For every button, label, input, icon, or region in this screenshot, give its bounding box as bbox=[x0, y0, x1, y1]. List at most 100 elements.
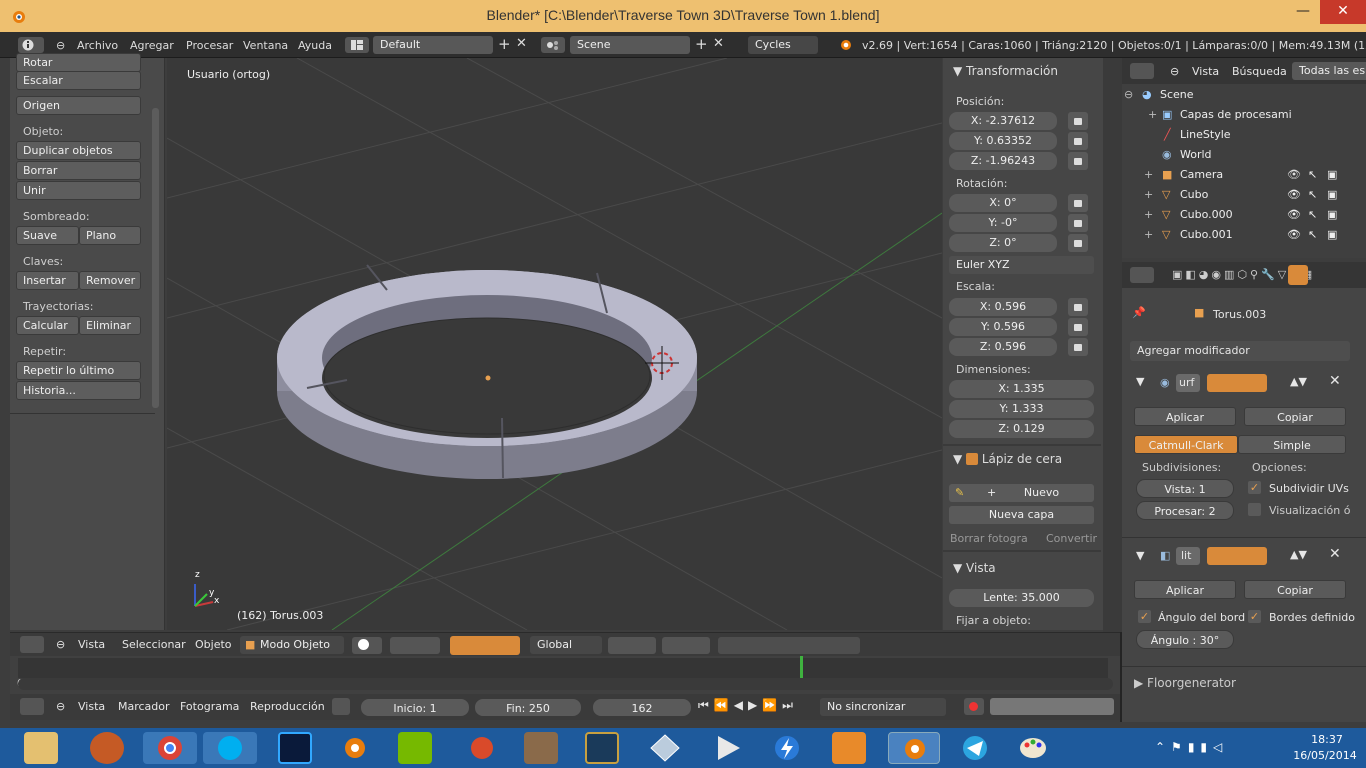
fin-field[interactable]: Fin: 250 bbox=[474, 698, 582, 717]
scene-field[interactable]: Scene bbox=[570, 36, 690, 54]
eye-icon[interactable]: 👁 bbox=[1287, 165, 1301, 185]
transform-header[interactable]: ▼ Transformación bbox=[953, 64, 1058, 78]
outliner-vista-menu[interactable]: Vista bbox=[1192, 65, 1219, 78]
scale-z-field[interactable]: Z: 0.596 bbox=[949, 338, 1057, 356]
outliner-filter-select[interactable]: Todas las es bbox=[1292, 62, 1366, 80]
collapse-arrow-icon[interactable]: ▼ bbox=[1136, 375, 1144, 388]
bordes-def-checkbox[interactable]: ✓ bbox=[1248, 610, 1261, 623]
expand-icon[interactable]: + bbox=[1148, 105, 1157, 125]
lock-icon[interactable] bbox=[1068, 132, 1088, 150]
aplicar-button[interactable]: Aplicar bbox=[1134, 580, 1236, 599]
subdividir-uvs-checkbox[interactable]: ✓ bbox=[1248, 481, 1261, 494]
add-scene-icon[interactable]: + bbox=[695, 35, 708, 53]
remove-layout-icon[interactable]: ✕ bbox=[516, 36, 527, 51]
nvidia-icon[interactable] bbox=[398, 732, 432, 764]
duplicar-button[interactable]: Duplicar objetos bbox=[16, 141, 141, 160]
origen-button[interactable]: Origen bbox=[16, 96, 141, 115]
timeline[interactable]: 0102030405060708090100110120130140150160… bbox=[10, 656, 1120, 694]
outliner-row-world[interactable]: ◉ World bbox=[1122, 145, 1366, 165]
file-explorer-icon[interactable] bbox=[24, 732, 58, 764]
pos-y-field[interactable]: Y: 0.63352 bbox=[949, 132, 1057, 150]
lightning-icon[interactable] bbox=[770, 732, 804, 764]
move-up-icon[interactable]: ▲▼ bbox=[1290, 548, 1307, 561]
checkbox-icon[interactable] bbox=[966, 453, 979, 465]
dim-z-field[interactable]: Z: 0.129 bbox=[949, 420, 1094, 438]
collapse-arrow-icon[interactable]: ▼ bbox=[1136, 549, 1144, 562]
layers-grid-a[interactable] bbox=[608, 637, 656, 654]
remove-modifier-icon[interactable]: ✕ bbox=[1329, 373, 1341, 389]
lock-icon[interactable] bbox=[1068, 234, 1088, 252]
copiar-button[interactable]: Copiar bbox=[1244, 580, 1346, 599]
remover-button[interactable]: Remover bbox=[79, 271, 141, 290]
collapse-icon[interactable]: ⊖ bbox=[56, 39, 65, 52]
agregar-modificador-select[interactable]: Agregar modificador bbox=[1130, 341, 1350, 361]
suave-button[interactable]: Suave bbox=[16, 226, 79, 245]
modifiers-tab-icon[interactable] bbox=[1288, 265, 1308, 285]
vp-vista-menu[interactable]: Vista bbox=[78, 638, 105, 651]
outliner-row-cubo001[interactable]: + ▽ Cubo.001 👁 ↖ ▣ bbox=[1122, 225, 1366, 245]
keying-set-field[interactable] bbox=[990, 698, 1114, 715]
lapiz-header[interactable]: ▼ Lápiz de cera bbox=[953, 452, 1062, 466]
cursor-icon[interactable]: ↖ bbox=[1308, 165, 1317, 185]
dim-x-field[interactable]: X: 1.335 bbox=[949, 380, 1094, 398]
expand-icon[interactable]: + bbox=[1144, 185, 1153, 205]
record-icon[interactable] bbox=[964, 698, 984, 715]
minimize-button[interactable]: — bbox=[1286, 0, 1320, 24]
expand-icon[interactable]: ⊖ bbox=[1124, 85, 1133, 105]
expand-icon[interactable]: + bbox=[1144, 225, 1153, 245]
video-icon[interactable] bbox=[832, 732, 866, 764]
copiar-button[interactable]: Copiar bbox=[1244, 407, 1346, 426]
scale-y-field[interactable]: Y: 0.596 bbox=[949, 318, 1057, 336]
app-icon-hand[interactable] bbox=[90, 732, 124, 764]
clock-time[interactable]: 18:37 bbox=[1297, 733, 1357, 746]
mod2-name-field[interactable]: lit bbox=[1176, 547, 1200, 565]
unir-button[interactable]: Unir bbox=[16, 181, 141, 200]
mod1-visibility-toggles[interactable] bbox=[1207, 374, 1267, 392]
mod1-name-field[interactable]: urf bbox=[1176, 374, 1200, 392]
3d-viewport[interactable]: Usuario (ortog) (162) Torus.003 z y x bbox=[167, 58, 942, 630]
property-editor-icon[interactable] bbox=[1130, 267, 1154, 283]
vista-header[interactable]: ▼ Vista bbox=[953, 561, 996, 575]
blender-taskbar-icon[interactable] bbox=[338, 732, 372, 764]
catmull-clark-button[interactable]: Catmull-Clark bbox=[1134, 435, 1238, 454]
expand-icon[interactable]: + bbox=[1144, 165, 1153, 185]
lock-icon[interactable] bbox=[1068, 214, 1088, 232]
euler-select[interactable]: Euler XYZ bbox=[949, 256, 1094, 274]
procesar-levels-field[interactable]: Procesar: 2 bbox=[1136, 501, 1234, 520]
playback-controls[interactable]: ⏮⏪◀▶⏩⏭ bbox=[698, 698, 798, 713]
mod2-visibility-toggles[interactable] bbox=[1207, 547, 1267, 565]
visualizacion-checkbox[interactable] bbox=[1248, 503, 1261, 516]
outliner-row-cubo[interactable]: + ▽ Cubo 👁 ↖ ▣ bbox=[1122, 185, 1366, 205]
vista-levels-field[interactable]: Vista: 1 bbox=[1136, 479, 1234, 498]
repetir-ultimo-button[interactable]: Repetir lo último bbox=[16, 361, 141, 380]
render-icon[interactable]: ▣ bbox=[1327, 165, 1337, 185]
expand-icon[interactable]: + bbox=[1144, 205, 1153, 225]
dim-y-field[interactable]: Y: 1.333 bbox=[949, 400, 1094, 418]
plano-button[interactable]: Plano bbox=[79, 226, 141, 245]
nueva-capa-button[interactable]: Nueva capa bbox=[949, 506, 1094, 524]
blender-active-icon[interactable] bbox=[888, 732, 940, 764]
manipulator-toggles[interactable] bbox=[450, 636, 520, 655]
scene-icon[interactable] bbox=[541, 37, 565, 53]
cursor-icon[interactable]: ↖ bbox=[1308, 205, 1317, 225]
app-icon-diamond[interactable] bbox=[648, 732, 682, 764]
collapse-icon[interactable]: ⊖ bbox=[56, 700, 65, 713]
rotar-button[interactable]: Rotar bbox=[16, 53, 141, 72]
layout-field[interactable]: Default bbox=[373, 36, 493, 54]
current-frame-marker[interactable] bbox=[800, 656, 803, 678]
chrome-icon[interactable] bbox=[143, 732, 197, 764]
pin-icon[interactable]: 📌 bbox=[1132, 306, 1146, 319]
eye-icon[interactable]: 👁 bbox=[1287, 185, 1301, 205]
historia-button[interactable]: Historia... bbox=[16, 381, 141, 400]
cursor-icon[interactable]: ↖ bbox=[1308, 225, 1317, 245]
tl-vista-menu[interactable]: Vista bbox=[78, 700, 105, 713]
insertar-button[interactable]: Insertar bbox=[16, 271, 79, 290]
menu-ayuda[interactable]: Ayuda bbox=[298, 39, 332, 52]
render-icon[interactable]: ▣ bbox=[1327, 225, 1337, 245]
remove-scene-icon[interactable]: ✕ bbox=[713, 36, 724, 51]
tl-fotograma-menu[interactable]: Fotograma bbox=[180, 700, 239, 713]
convertir-button[interactable]: Convertir bbox=[1046, 532, 1097, 545]
outliner-row-capas[interactable]: + ▣ Capas de procesami bbox=[1122, 105, 1366, 125]
outliner-row-camera[interactable]: + ■ Camera 👁 ↖ ▣ bbox=[1122, 165, 1366, 185]
menu-procesar[interactable]: Procesar bbox=[186, 39, 233, 52]
